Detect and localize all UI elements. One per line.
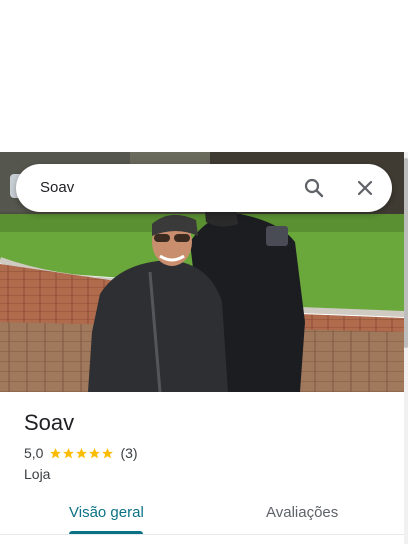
star-icon bbox=[50, 447, 62, 458]
map-blank-area bbox=[0, 0, 408, 152]
search-input[interactable]: Soav bbox=[40, 164, 74, 212]
star-icon bbox=[102, 447, 114, 458]
close-icon[interactable] bbox=[353, 176, 377, 200]
review-count[interactable]: (3) bbox=[120, 445, 137, 461]
rating-stars bbox=[49, 447, 114, 460]
place-title: Soav bbox=[24, 410, 75, 435]
rating-value: 5,0 bbox=[24, 445, 44, 461]
tab-overview[interactable]: Visão geral bbox=[69, 504, 144, 521]
scrollbar-thumb[interactable] bbox=[404, 158, 408, 348]
star-icon bbox=[76, 447, 88, 458]
rating-row[interactable]: 5,0 (3) bbox=[24, 445, 138, 461]
search-box[interactable]: Soav bbox=[16, 164, 392, 212]
star-icon bbox=[89, 447, 101, 458]
tab-reviews[interactable]: Avaliações bbox=[266, 504, 338, 521]
place-info-panel: Soav 5,0 (3) Loja Visão geral Avaliações bbox=[0, 392, 404, 544]
tab-divider bbox=[0, 534, 404, 535]
star-icon bbox=[63, 447, 75, 458]
place-category[interactable]: Loja bbox=[24, 466, 50, 482]
search-icon[interactable] bbox=[302, 176, 326, 200]
